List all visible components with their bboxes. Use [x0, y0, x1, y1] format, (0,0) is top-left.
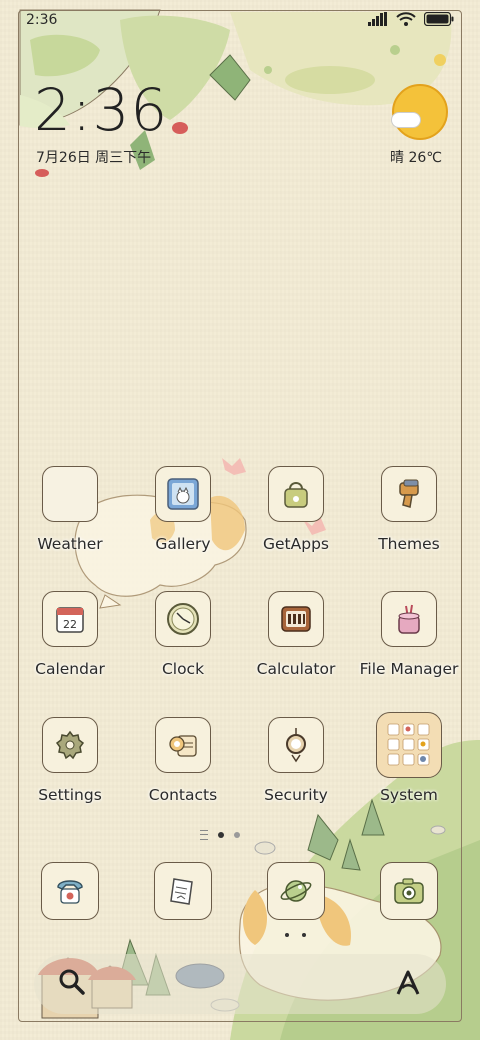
- calendar-icon: 22: [42, 591, 98, 647]
- notes-icon: [154, 862, 212, 920]
- dock-browser[interactable]: [241, 862, 351, 920]
- calendar-day-number: 22: [63, 618, 77, 631]
- themes-brush-icon: [381, 466, 437, 522]
- status-icons: [368, 12, 454, 26]
- dock-camera[interactable]: [354, 862, 464, 920]
- app-label: Security: [264, 786, 328, 804]
- app-label: Calendar: [35, 660, 105, 678]
- app-label: Calculator: [256, 660, 336, 678]
- page-dot: [234, 832, 240, 838]
- dock-notes[interactable]: [128, 862, 238, 920]
- contacts-icon: [155, 717, 211, 773]
- app-system-folder[interactable]: System: [354, 712, 464, 804]
- app-file-manager[interactable]: File Manager: [354, 591, 464, 678]
- settings-gear-icon: [42, 717, 98, 773]
- getapps-bag-icon: [268, 466, 324, 522]
- browser-planet-icon: [267, 862, 325, 920]
- cloud-icon: [391, 112, 421, 128]
- app-label: System: [380, 786, 438, 804]
- app-weather[interactable]: Weather: [15, 466, 125, 553]
- clock-widget-date[interactable]: 7月26日 周三下午: [36, 147, 151, 167]
- app-gallery[interactable]: Gallery: [128, 466, 238, 553]
- app-drawer-lines-icon: [200, 830, 208, 840]
- security-icon: [268, 717, 324, 773]
- clock-icon: [155, 591, 211, 647]
- search-bar[interactable]: [34, 954, 446, 1014]
- status-time: 2:36: [26, 12, 58, 28]
- app-calendar[interactable]: 22 Calendar: [15, 591, 125, 678]
- clock-widget-time[interactable]: 2:36: [34, 76, 168, 144]
- assistant-icon[interactable]: [390, 962, 426, 1002]
- signal-icon: [368, 12, 387, 26]
- dock-phone[interactable]: [15, 862, 125, 920]
- app-calculator[interactable]: Calculator: [241, 591, 351, 678]
- camera-icon: [380, 862, 438, 920]
- app-label: Themes: [378, 535, 440, 553]
- calculator-icon: [268, 591, 324, 647]
- app-label: Weather: [37, 535, 103, 553]
- battery-icon: [424, 12, 454, 26]
- page-dot-active: [218, 832, 224, 838]
- weather-widget-text[interactable]: 晴 26℃: [390, 147, 442, 167]
- app-contacts[interactable]: Contacts: [128, 717, 238, 804]
- file-manager-icon: [381, 591, 437, 647]
- app-getapps[interactable]: GetApps: [241, 466, 351, 553]
- search-icon[interactable]: [52, 962, 92, 1002]
- home-screen: 2:36 2:36 7月26日 周三下午 晴 26℃ Weather Galle…: [0, 0, 480, 1040]
- app-label: Contacts: [148, 786, 218, 804]
- app-label: File Manager: [359, 660, 459, 678]
- app-label: Settings: [38, 786, 102, 804]
- system-folder-icon: [376, 712, 442, 778]
- app-label: GetApps: [263, 535, 329, 553]
- app-label: Clock: [161, 660, 205, 678]
- app-settings[interactable]: Settings: [15, 717, 125, 804]
- app-label: Gallery: [155, 535, 211, 553]
- wifi-icon: [396, 12, 416, 26]
- app-security[interactable]: Security: [241, 717, 351, 804]
- status-bar: 2:36: [0, 0, 480, 40]
- page-indicator[interactable]: [200, 830, 240, 840]
- gallery-icon: [155, 466, 211, 522]
- phone-icon: [41, 862, 99, 920]
- weather-icon: [42, 466, 98, 522]
- app-themes[interactable]: Themes: [354, 466, 464, 553]
- app-clock[interactable]: Clock: [128, 591, 238, 678]
